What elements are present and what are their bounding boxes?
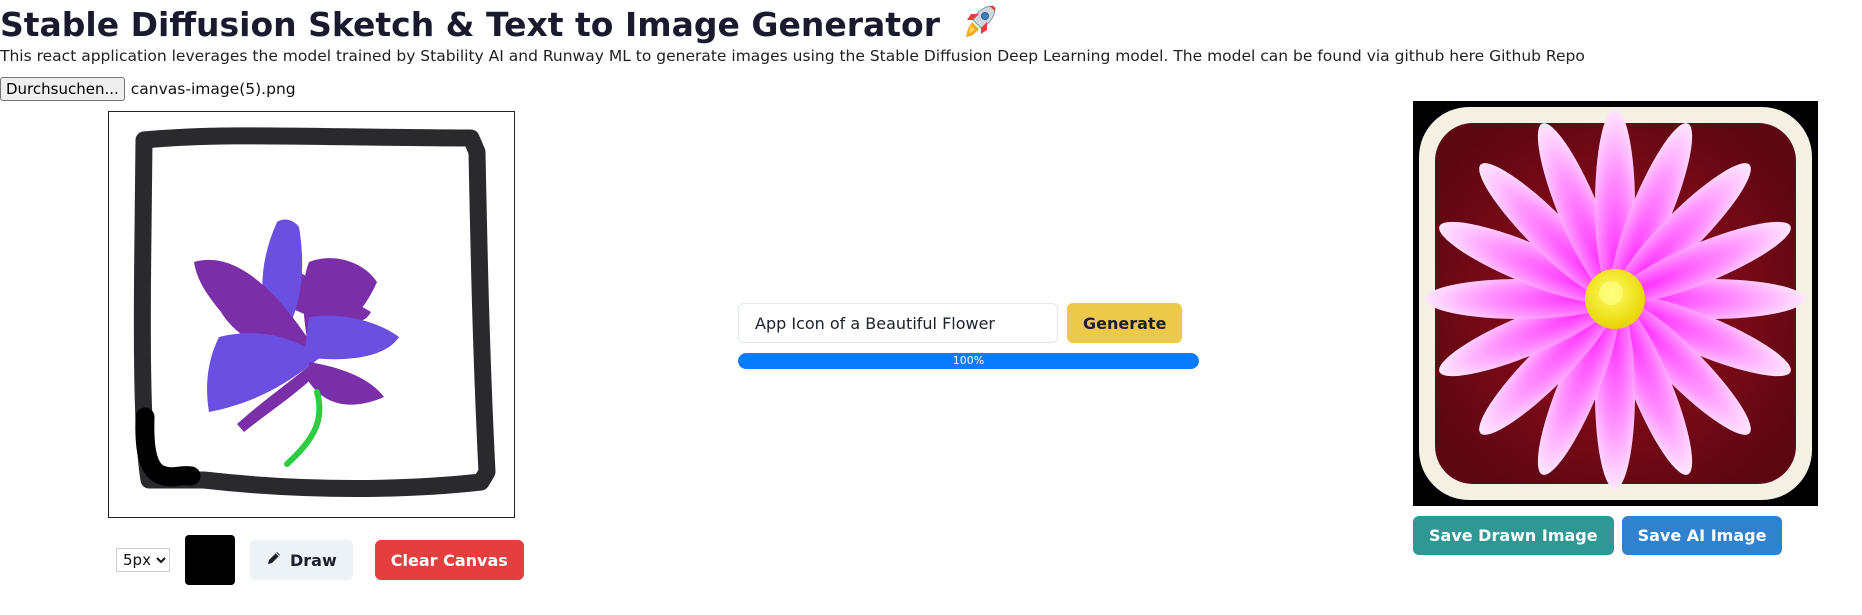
page-subtitle: This react application leverages the mod… [0, 47, 1585, 65]
draw-button[interactable]: Draw [250, 540, 353, 580]
page-title-text: Stable Diffusion Sketch & Text to Image … [0, 5, 940, 44]
prompt-row: Generate [738, 303, 1183, 343]
progress-fill: 100% [738, 353, 1199, 369]
progress-label: 100% [952, 354, 985, 367]
clear-canvas-button[interactable]: Clear Canvas [374, 540, 524, 580]
browse-button[interactable]: Durchsuchen... [0, 77, 125, 101]
draw-label: Draw [290, 550, 337, 570]
page: Stable Diffusion Sketch & Text to Image … [0, 0, 1862, 615]
page-title: Stable Diffusion Sketch & Text to Image … [0, 2, 999, 51]
save-actions: Save Drawn Image Save AI Image [1413, 516, 1783, 555]
brush-size-select[interactable]: 5px [116, 548, 170, 572]
file-input[interactable]: Durchsuchen... canvas-image(5).png [0, 77, 296, 101]
prompt-input[interactable] [738, 303, 1058, 343]
canvas-toolbar: 5px Draw Clear Canvas [116, 535, 524, 585]
progress-bar: 100% [738, 353, 1199, 369]
generate-button[interactable]: Generate [1067, 303, 1183, 343]
save-drawn-image-button[interactable]: Save Drawn Image [1413, 516, 1614, 555]
file-name: canvas-image(5).png [130, 80, 296, 98]
sketch-canvas[interactable] [108, 111, 515, 518]
ai-generated-image [1413, 101, 1818, 506]
pencil-icon [266, 550, 282, 570]
save-ai-image-button[interactable]: Save AI Image [1621, 516, 1783, 555]
color-picker[interactable] [185, 535, 235, 585]
rocket-icon [959, 2, 999, 51]
